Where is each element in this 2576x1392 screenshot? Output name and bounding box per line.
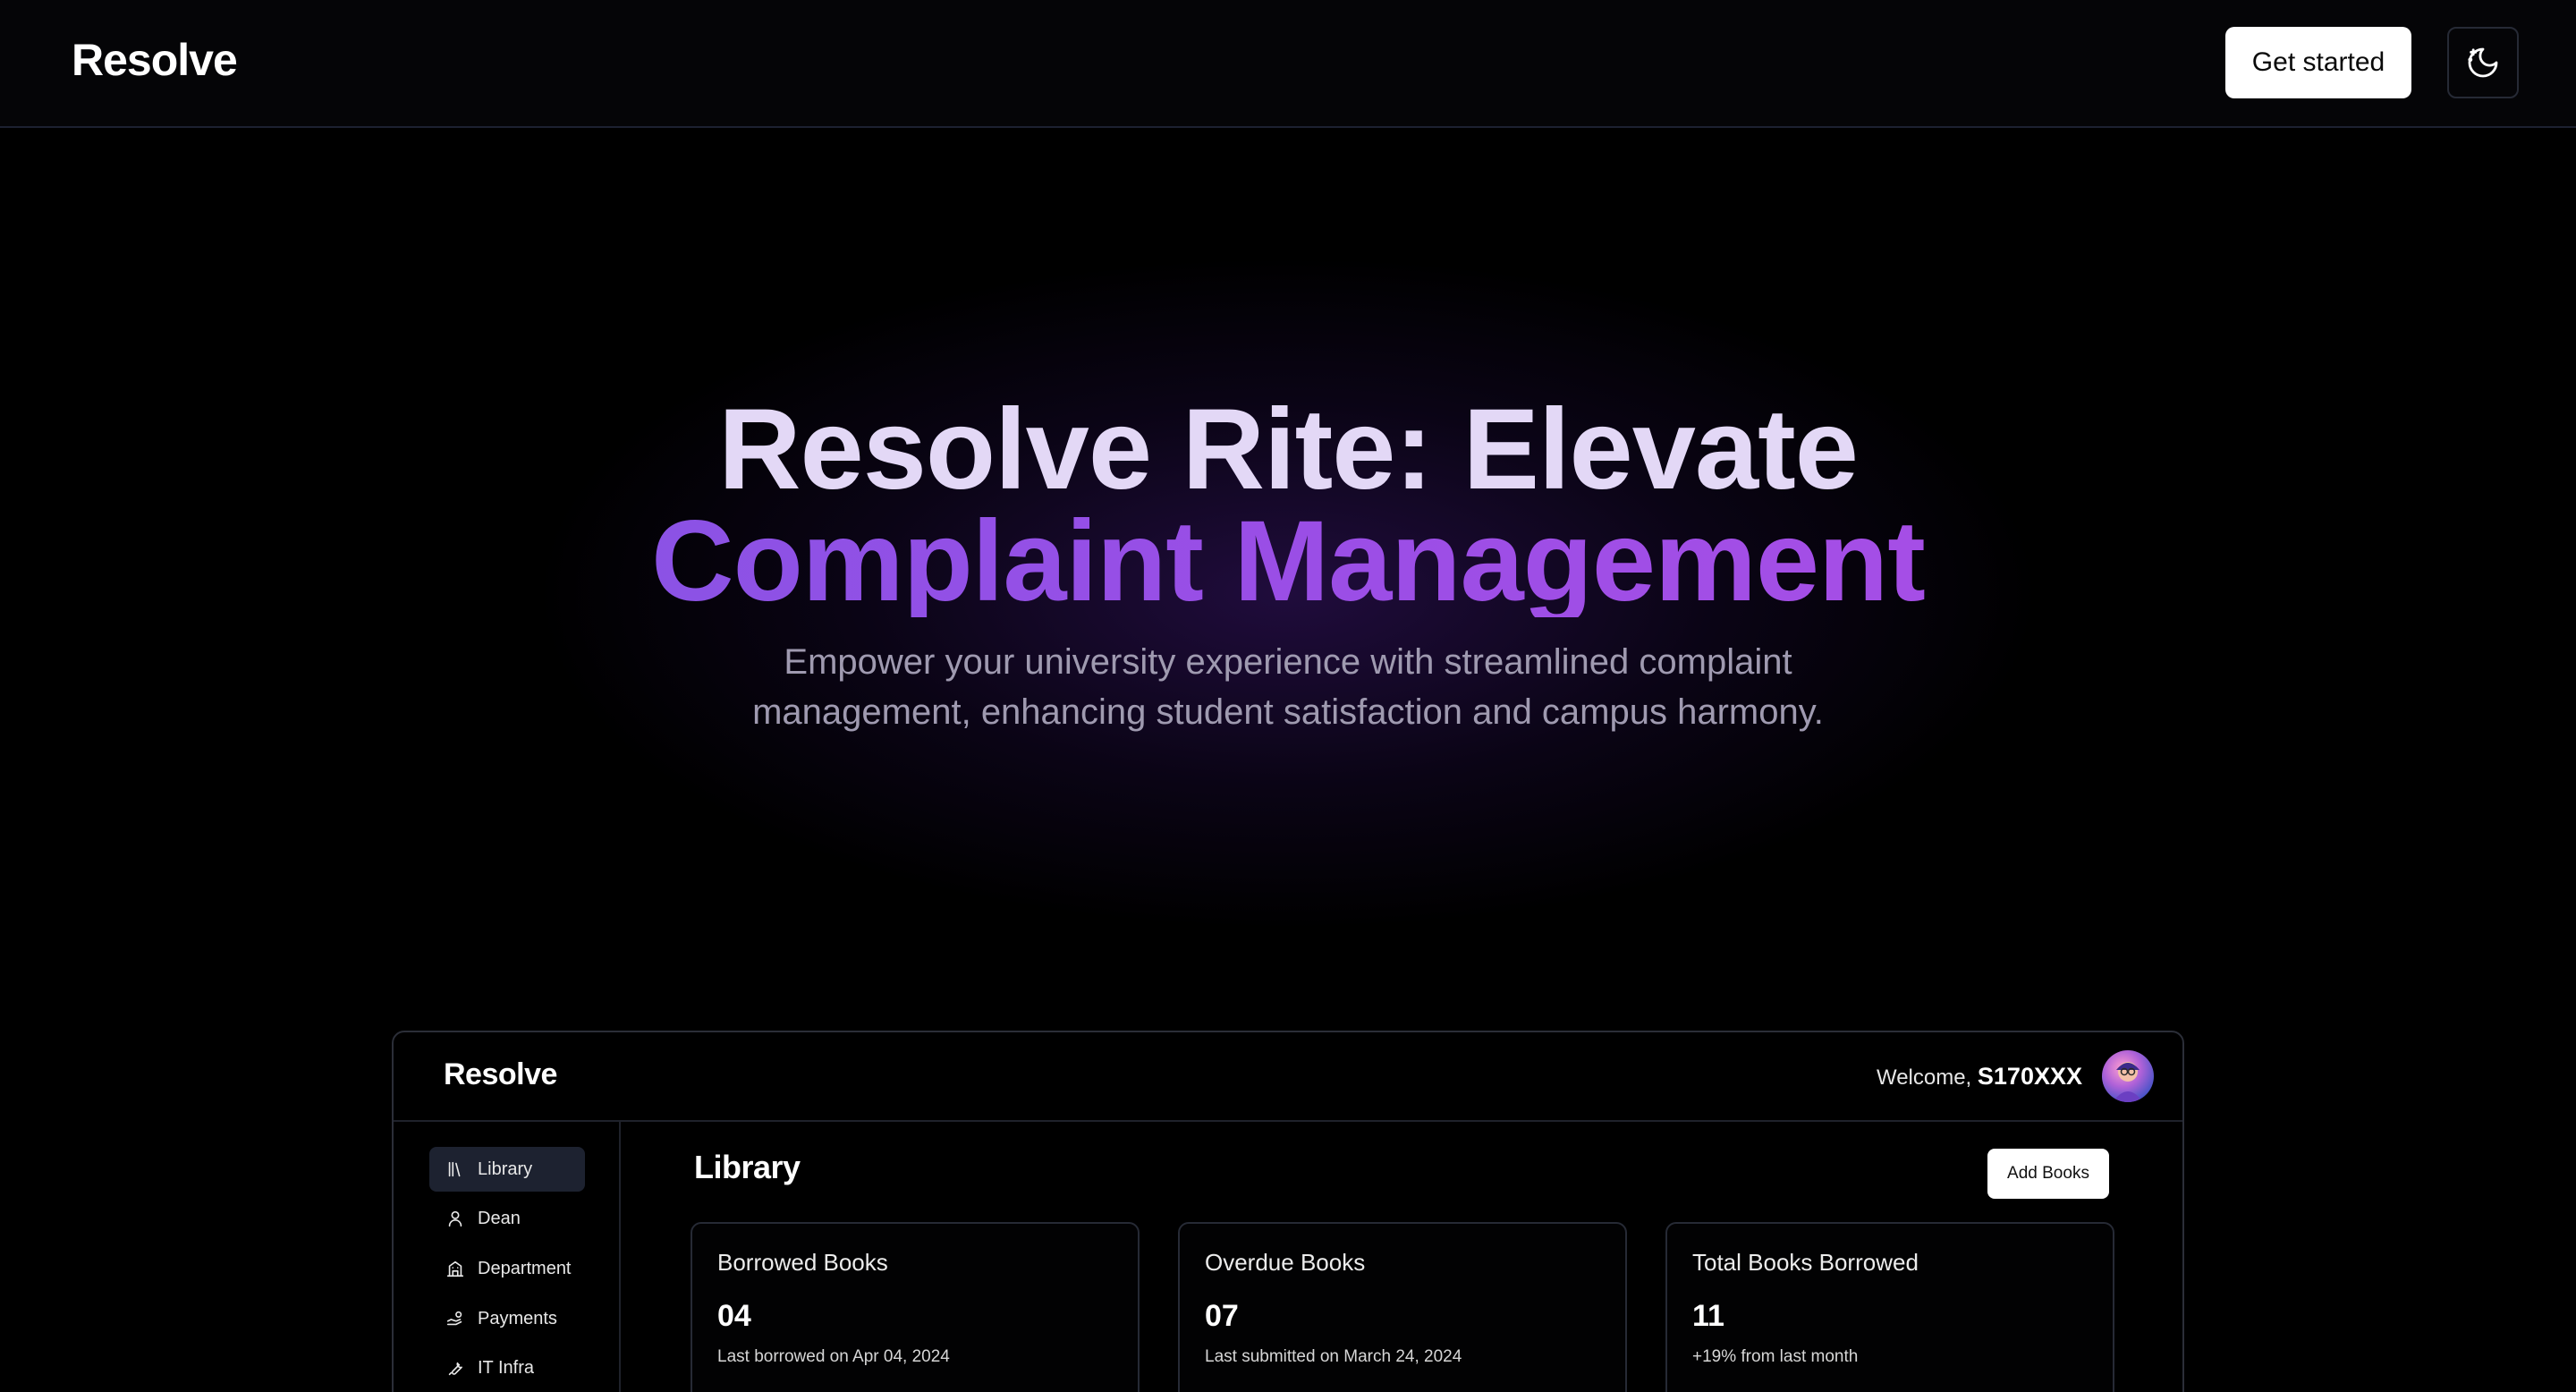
site-logo[interactable]: Resolve: [72, 34, 238, 86]
stat-card-overdue: Overdue Books 07 Last submitted on March…: [1178, 1222, 1627, 1392]
theme-toggle-button[interactable]: [2447, 27, 2519, 98]
card-value: 11: [1692, 1299, 1724, 1333]
stat-card-borrowed: Borrowed Books 04 Last borrowed on Apr 0…: [691, 1222, 1140, 1392]
hero-section: Resolve Rite: Elevate Complaint Manageme…: [0, 386, 2576, 737]
welcome-text: Welcome, S170XXX: [1877, 1063, 2082, 1091]
stat-card-total: Total Books Borrowed 11 +19% from last m…: [1665, 1222, 2114, 1392]
sidebar-item-library[interactable]: Library: [429, 1147, 585, 1192]
library-icon: [448, 1161, 461, 1177]
moon-stars-icon: [2468, 47, 2498, 78]
hero-title: Resolve Rite: Elevate Complaint Manageme…: [0, 386, 2576, 619]
sidebar-item-label: Library: [478, 1159, 533, 1179]
dashboard-preview: Resolve Welcome, S170XXX Library Dean De…: [392, 1031, 2184, 1392]
user-icon: [448, 1210, 462, 1227]
card-title: Borrowed Books: [717, 1249, 888, 1276]
wrench-icon: [448, 1362, 462, 1376]
add-books-button[interactable]: Add Books: [1987, 1149, 2109, 1199]
card-note: Last borrowed on Apr 04, 2024: [717, 1347, 950, 1366]
card-value: 07: [1205, 1299, 1239, 1333]
sidebar-item-label: Department: [478, 1258, 572, 1278]
card-value: 04: [717, 1299, 751, 1333]
card-note: Last submitted on March 24, 2024: [1205, 1347, 1462, 1366]
sidebar-item-department[interactable]: Department: [429, 1246, 585, 1291]
top-navbar: Resolve Get started: [0, 0, 2576, 128]
card-note: +19% from last month: [1692, 1347, 1859, 1366]
dashboard-main: Library Add Books Borrowed Books 04 Last…: [623, 1122, 2182, 1392]
welcome-prefix: Welcome,: [1876, 1065, 1972, 1090]
avatar-illustration: [2113, 1062, 2143, 1102]
avatar[interactable]: [2102, 1050, 2154, 1102]
hand-coins-icon: [446, 1311, 462, 1326]
sidebar-item-payments[interactable]: Payments: [429, 1296, 585, 1341]
card-title: Overdue Books: [1205, 1249, 1366, 1276]
card-title: Total Books Borrowed: [1692, 1249, 1919, 1276]
get-started-button[interactable]: Get started: [2225, 27, 2411, 98]
dashboard-logo[interactable]: Resolve: [444, 1057, 557, 1092]
building-icon: [446, 1260, 464, 1277]
hero-title-line1: Resolve Rite: Elevate: [718, 386, 1859, 514]
sidebar-item-label: Payments: [478, 1308, 557, 1328]
dashboard-sidebar: Library Dean Department Payments IT Infr…: [394, 1122, 621, 1392]
page-title: Library: [694, 1149, 801, 1185]
sidebar-item-dean[interactable]: Dean: [429, 1196, 585, 1241]
hero-title-line2: Complaint Management: [0, 505, 2576, 619]
sidebar-item-it-infra[interactable]: IT Infra: [429, 1345, 585, 1390]
dashboard-header: Resolve Welcome, S170XXX: [394, 1032, 2182, 1122]
sidebar-item-label: IT Infra: [478, 1357, 534, 1378]
sidebar-item-label: Dean: [478, 1208, 521, 1228]
hero-subtitle: Empower your university experience with …: [752, 642, 1824, 732]
user-id: S170XXX: [1977, 1063, 2082, 1090]
